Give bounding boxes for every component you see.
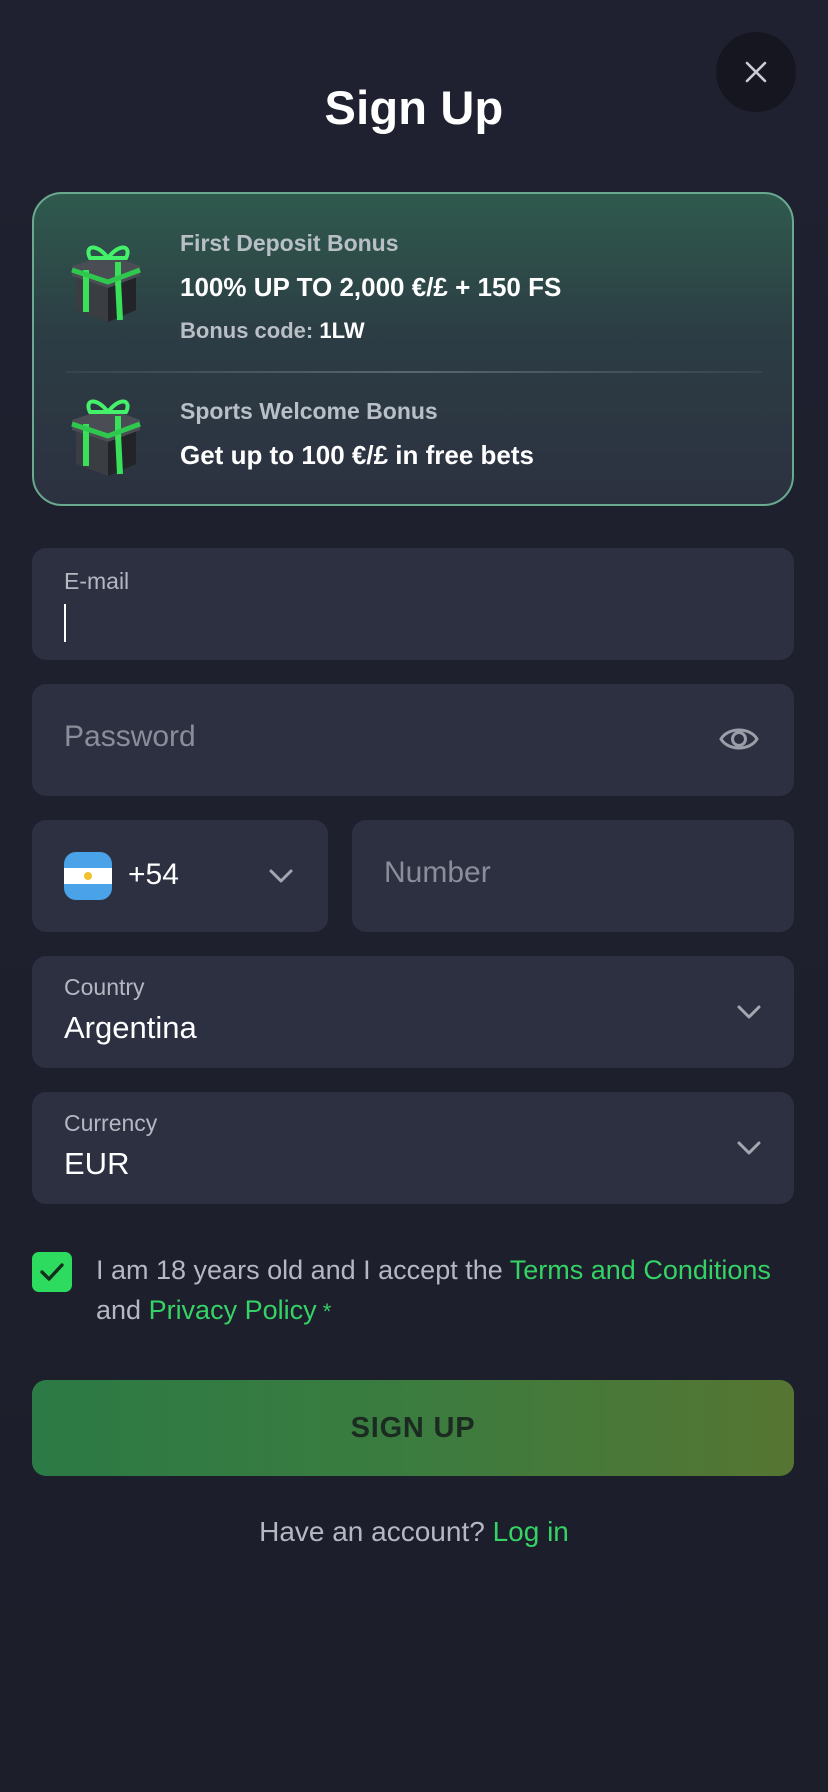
required-mark: *: [316, 1299, 332, 1324]
phone-number-placeholder: Number: [384, 856, 491, 889]
currency-select[interactable]: Currency EUR: [32, 1092, 794, 1204]
email-label: E-mail: [64, 568, 130, 594]
chevron-down-icon: [737, 1141, 761, 1155]
bonus-label: Sports Welcome Bonus: [180, 398, 438, 424]
login-prompt-text: Have an account?: [259, 1516, 493, 1547]
terms-consent-text: I am 18 years old and I accept the Terms…: [96, 1250, 806, 1332]
currency-label: Currency: [64, 1110, 158, 1136]
gift-icon: [71, 399, 141, 476]
bonus-card: First Deposit Bonus 100% UP TO 2,000 €/£…: [32, 192, 794, 506]
country-label: Country: [64, 974, 145, 1000]
phone-code-select[interactable]: +54: [32, 820, 328, 932]
password-field[interactable]: Password: [32, 684, 794, 796]
password-placeholder: Password: [64, 720, 196, 753]
argentina-flag-icon: [64, 852, 112, 900]
bonus-label: First Deposit Bonus: [180, 230, 399, 256]
bonus-code-label: Bonus code:: [180, 318, 314, 343]
eye-icon[interactable]: [718, 722, 760, 756]
email-field[interactable]: E-mail: [32, 548, 794, 660]
login-link[interactable]: Log in: [493, 1516, 569, 1547]
page-title: Sign Up: [324, 81, 504, 134]
chevron-down-icon: [269, 869, 293, 883]
consent-and: and: [96, 1295, 149, 1325]
text-caret: [64, 604, 66, 642]
gift-icon: [71, 245, 141, 322]
country-select[interactable]: Country Argentina: [32, 956, 794, 1068]
currency-value: EUR: [64, 1146, 130, 1181]
country-value: Argentina: [64, 1010, 197, 1045]
terms-checkbox[interactable]: [32, 1252, 72, 1292]
phone-code-value: +54: [128, 858, 179, 891]
terms-link[interactable]: Terms and Conditions: [510, 1255, 771, 1285]
login-prompt: Have an account? Log in: [0, 1516, 828, 1548]
consent-text: I am 18 years old and I accept the: [96, 1255, 510, 1285]
chevron-down-icon: [737, 1005, 761, 1019]
checkmark-icon: [40, 1263, 64, 1281]
bonus-headline: 100% UP TO 2,000 €/£ + 150 FS: [180, 272, 562, 302]
privacy-policy-link[interactable]: Privacy Policy: [149, 1295, 317, 1325]
bonus-code-value: 1LW: [319, 318, 365, 343]
phone-number-field[interactable]: Number: [352, 820, 794, 932]
bonus-code: Bonus code: 1LW: [180, 318, 365, 344]
bonus-headline: Get up to 100 €/£ in free bets: [180, 440, 534, 470]
bonus-divider: [66, 371, 762, 373]
sign-up-button[interactable]: SIGN UP: [32, 1380, 794, 1476]
